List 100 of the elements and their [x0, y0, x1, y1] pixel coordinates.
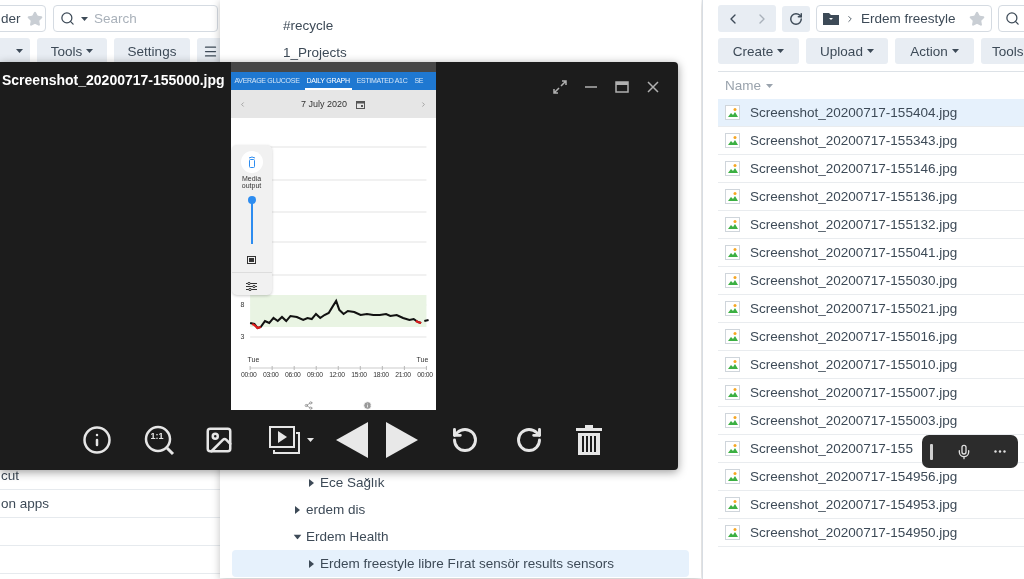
file-name: Screenshot_20200717-155041.jpg [750, 245, 958, 260]
collapsed-arrow-icon[interactable] [295, 505, 300, 514]
settings-button[interactable]: Settings [114, 38, 190, 64]
folder-tree-item[interactable]: #recycle [232, 12, 689, 39]
phone-icon [247, 156, 256, 168]
file-name: Screenshot_20200717-155404.jpg [750, 105, 958, 120]
image-file-icon [725, 413, 740, 428]
caret-icon [15, 49, 23, 53]
toolbar-button[interactable]: Create [718, 38, 799, 64]
file-name: Screenshot_20200717-154950.jpg [750, 525, 958, 540]
toolbar-button[interactable]: Action [895, 38, 974, 64]
file-name: Screenshot_20200717-155 [750, 441, 913, 456]
chevron-icon [845, 13, 855, 24]
expanded-arrow-icon[interactable] [293, 534, 302, 539]
image-file-icon [725, 525, 740, 540]
sliders-icon[interactable] [246, 281, 257, 291]
file-name: Screenshot_20200717-154956.jpg [750, 469, 958, 484]
viewer-title: Screenshot_20200717-155000.jpg [2, 72, 225, 88]
folder-tree-item[interactable]: Erdem freestyle libre Fırat sensör results sensors [232, 550, 689, 577]
image-file-icon [725, 273, 740, 288]
folder-icon [823, 12, 839, 25]
image-file-icon [725, 469, 740, 484]
image-file-icon [725, 301, 740, 316]
image-file-icon [725, 161, 740, 176]
media-output-button[interactable] [240, 151, 263, 173]
slider-thumb[interactable] [247, 196, 256, 204]
star-icon[interactable] [26, 10, 43, 27]
image-file-icon [725, 133, 740, 148]
file-name: Screenshot_20200717-155010.jpg [750, 357, 958, 372]
image-file-icon [725, 357, 740, 372]
file-name: Screenshot_20200717-155021.jpg [750, 301, 958, 316]
image-file-icon [725, 217, 740, 232]
file-row[interactable]: Screenshot_20200717-155404.jpg [718, 99, 1024, 127]
actual-size-button[interactable]: 1:1 [141, 422, 177, 458]
close-icon [646, 80, 660, 94]
refresh-icon [789, 11, 803, 26]
menu-icon [203, 43, 218, 59]
search-icon [60, 11, 75, 26]
share-icon[interactable] [304, 401, 313, 410]
caret-icon [86, 49, 94, 53]
file-name: Screenshot_20200717-155003.jpg [750, 413, 958, 428]
image-file-icon [725, 189, 740, 204]
drag-handle[interactable] [930, 443, 933, 460]
close-button[interactable] [646, 80, 660, 94]
image-icon [204, 425, 234, 455]
list-item[interactable]: cut [1, 468, 19, 483]
caret-icon [81, 16, 88, 21]
breadcrumb-folder[interactable]: Erdem freestyle [861, 11, 963, 26]
info-icon [82, 425, 112, 455]
folder-tree-item[interactable]: 1_Projects [232, 39, 689, 66]
file-name: Screenshot_20200717-155343.jpg [750, 133, 958, 148]
caret-icon [766, 83, 773, 88]
file-name: Screenshot_20200717-155146.jpg [750, 161, 958, 176]
folder-tree-item[interactable]: erdem dis [232, 496, 689, 523]
list-item[interactable]: on apps [1, 496, 50, 511]
file-name: Screenshot_20200717-155030.jpg [750, 273, 958, 288]
slideshow-icon [268, 426, 301, 454]
maximize-icon [615, 80, 629, 94]
caret-icon [777, 49, 785, 53]
caret-icon [866, 49, 874, 53]
image-file-icon [725, 441, 740, 456]
more-icon [994, 450, 1006, 453]
file-name: Screenshot_20200717-154953.jpg [750, 497, 958, 512]
folder-tree-item[interactable]: Ece Sağlık [232, 469, 689, 496]
rotate-left-icon [451, 426, 479, 454]
refresh-button[interactable] [782, 5, 810, 32]
calendar-icon[interactable] [356, 99, 365, 109]
star-icon[interactable] [969, 10, 985, 27]
maximize-button[interactable] [615, 80, 629, 94]
cast-icon[interactable] [247, 255, 256, 264]
fullscreen-button[interactable] [553, 80, 567, 94]
path-field[interactable]: der [0, 5, 46, 32]
toolbar-button[interactable]: Upload [806, 38, 888, 64]
collapsed-arrow-icon[interactable] [309, 478, 314, 487]
next-icon [385, 421, 419, 459]
path-text: der [1, 11, 21, 26]
tools-button[interactable]: Tools [37, 38, 107, 64]
microphone-icon [956, 443, 972, 460]
file-name: Screenshot_20200717-155016.jpg [750, 329, 958, 344]
file-name: Screenshot_20200717-155136.jpg [750, 189, 958, 204]
dropdown-button[interactable] [0, 38, 30, 64]
search-icon [1005, 11, 1020, 26]
file-name: Screenshot_20200717-155007.jpg [750, 385, 958, 400]
image-file-icon [725, 105, 740, 120]
trash-icon [576, 425, 602, 455]
breadcrumb-field[interactable]: Erdem freestyle [816, 5, 992, 32]
info-icon[interactable] [363, 401, 372, 410]
image-file-icon [725, 497, 740, 512]
expand-icon [553, 80, 567, 94]
caret-icon [306, 438, 314, 442]
image-file-icon [725, 329, 740, 344]
magnifier-icon [143, 424, 175, 456]
rotate-right-icon [515, 426, 543, 454]
previous-icon [335, 421, 369, 459]
toolbar-button[interactable]: Tools [981, 38, 1024, 64]
folder-tree-item[interactable]: Erdem Health [232, 523, 689, 550]
collapsed-arrow-icon[interactable] [309, 559, 314, 568]
image-file-icon [725, 385, 740, 400]
date-label: 7 July 2020 [300, 99, 347, 109]
image-file-icon [725, 245, 740, 260]
